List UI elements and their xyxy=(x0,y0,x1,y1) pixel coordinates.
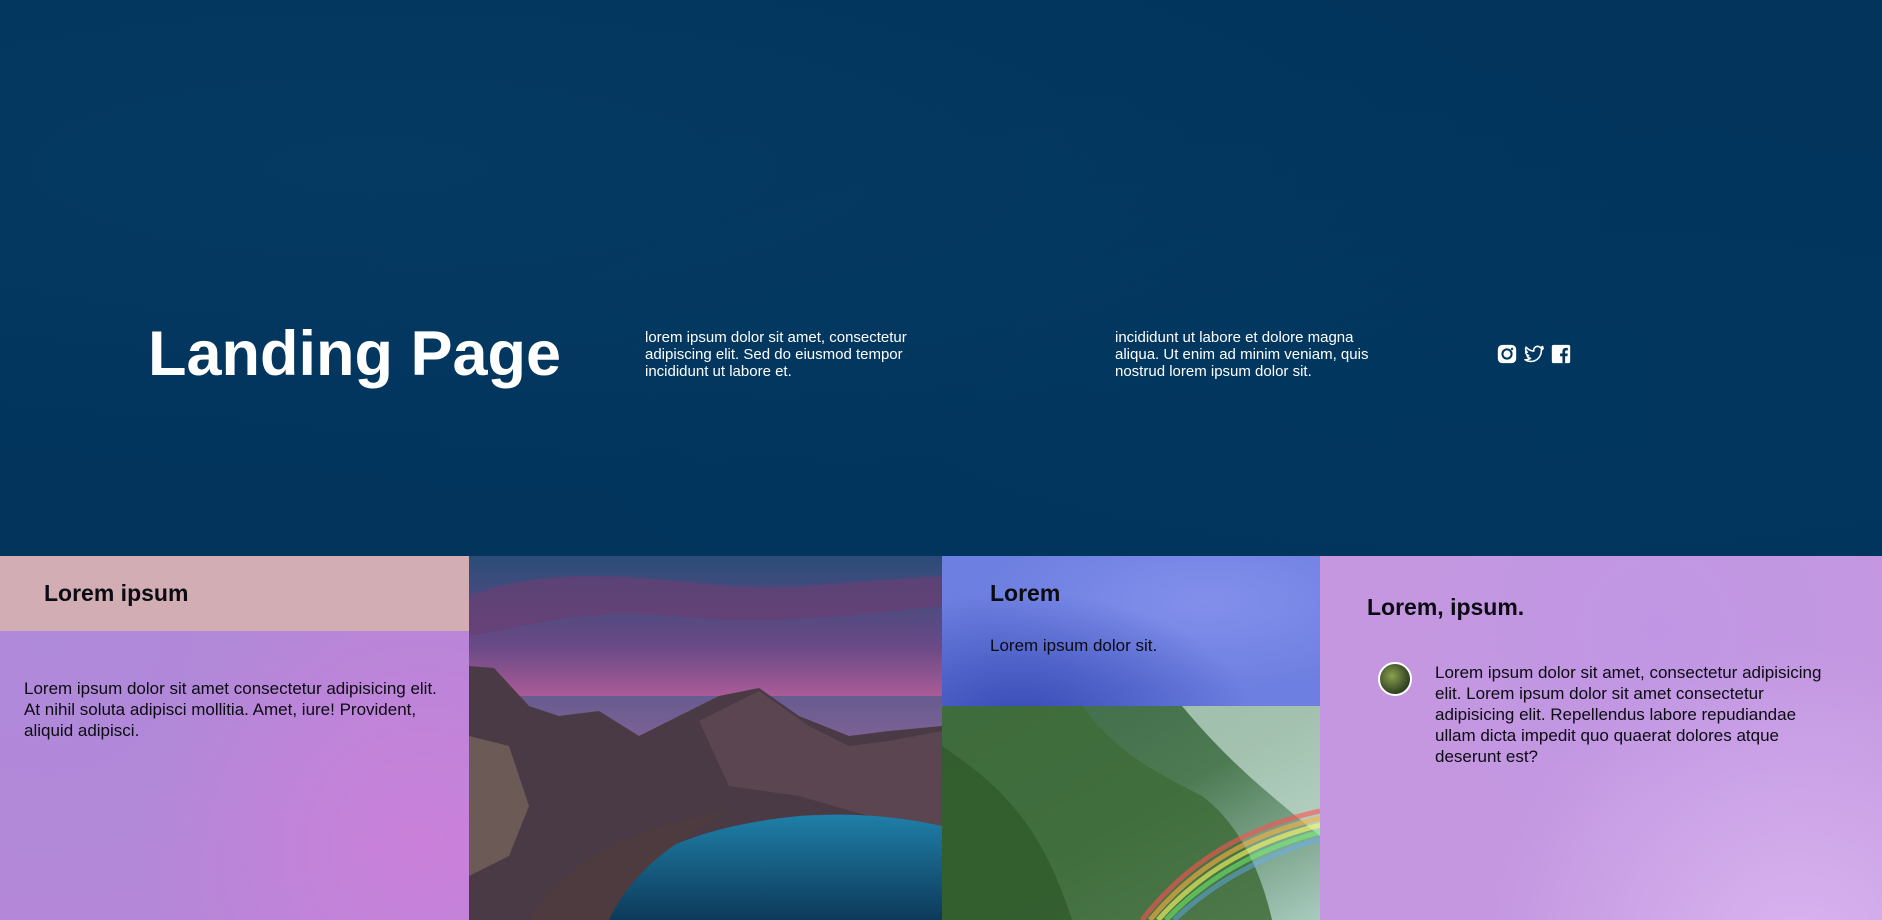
twitter-icon[interactable] xyxy=(1523,343,1545,365)
avatar xyxy=(1378,662,1412,696)
card-heading: Lorem ipsum xyxy=(44,580,189,606)
instagram-icon[interactable] xyxy=(1496,343,1518,365)
card-body-text: Lorem ipsum dolor sit. xyxy=(990,636,1158,655)
card-heading: Lorem xyxy=(990,580,1061,606)
social-links xyxy=(1496,343,1572,365)
coastline-image xyxy=(469,556,942,920)
card-top: Lorem Lorem ipsum dolor sit. xyxy=(942,556,1320,706)
card-body-text: Lorem ipsum dolor sit amet, consectetur … xyxy=(1435,663,1822,766)
card-testimonial: Lorem, ipsum. Lorem ipsum dolor sit amet… xyxy=(1320,556,1882,920)
card-body-text: Lorem ipsum dolor sit amet consectetur a… xyxy=(24,679,437,740)
facebook-icon[interactable] xyxy=(1550,343,1572,365)
page-title: Landing Page xyxy=(148,319,562,389)
card-lorem: Lorem Lorem ipsum dolor sit. xyxy=(942,556,1320,920)
rainbow-forest-image xyxy=(942,706,1320,920)
hero-text-right: incididunt ut labore et dolore magna ali… xyxy=(1115,329,1369,380)
hero-text-left: lorem ipsum dolor sit amet, consectetur … xyxy=(645,329,907,380)
card-heading: Lorem, ipsum. xyxy=(1367,594,1525,620)
card-lorem-ipsum: Lorem ipsum Lorem ipsum dolor sit amet c… xyxy=(0,556,469,920)
card-header: Lorem ipsum xyxy=(0,556,469,631)
hero-section: Landing Page lorem ipsum dolor sit amet,… xyxy=(0,0,1882,556)
